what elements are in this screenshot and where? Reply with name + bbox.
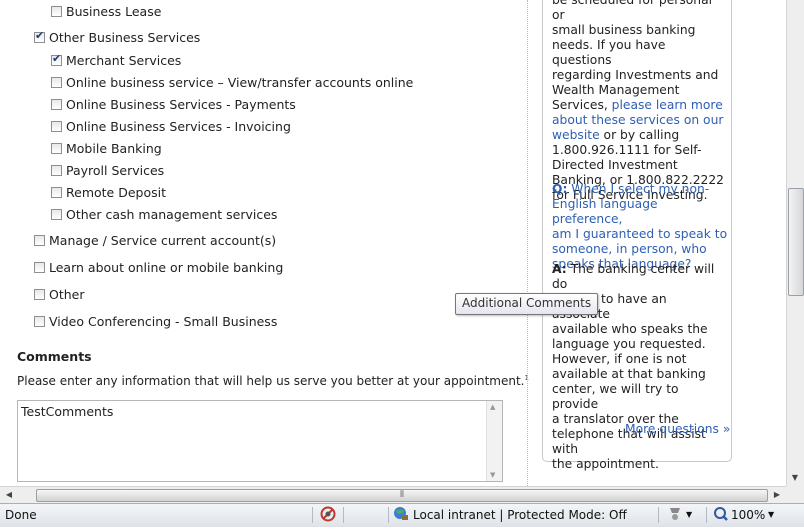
- page-viewport: Business Lease ✔ Other Business Services…: [0, 0, 786, 486]
- status-separator: [388, 507, 389, 523]
- checkbox-manage-service-accounts[interactable]: [34, 235, 45, 246]
- label-other-cash-management: Other cash management services: [66, 207, 278, 222]
- label-payroll-services: Payroll Services: [66, 163, 165, 178]
- faq-line: Wealth Management: [552, 83, 680, 97]
- faq-answer-line: language you requested.: [552, 337, 706, 351]
- scroll-down-arrow-icon[interactable]: ▼: [788, 471, 802, 485]
- faq-line: needs. If you have questions: [552, 38, 666, 67]
- security-zone-text: Local intranet | Protected Mode: Off: [413, 508, 627, 522]
- website-link[interactable]: website: [552, 128, 600, 142]
- checkbox-remote-deposit[interactable]: [51, 187, 62, 198]
- label-learn-online-mobile: Learn about online or mobile banking: [49, 260, 284, 275]
- protected-mode-icon[interactable]: [666, 505, 684, 527]
- label-manage-service-accounts: Manage / Service current account(s): [49, 233, 277, 248]
- learn-more-link[interactable]: about these services on our: [552, 113, 723, 127]
- label-business-lease: Business Lease: [66, 4, 162, 19]
- faq-services-prefix: Services,: [552, 98, 612, 112]
- status-separator: [658, 507, 659, 523]
- faq-question[interactable]: Q: When I select my non- English languag…: [552, 182, 728, 272]
- scrollbar-corner: [786, 486, 804, 503]
- label-merchant-services: Merchant Services: [66, 53, 182, 68]
- checkbox-learn-online-mobile[interactable]: [34, 262, 45, 273]
- column-divider: [527, 0, 528, 486]
- scroll-down-arrow-icon[interactable]: ▼: [490, 471, 495, 479]
- faq-after-link: or by calling: [599, 128, 680, 142]
- faq-answer-line: center, we will try to provide: [552, 382, 679, 411]
- comments-heading: Comments: [17, 349, 92, 364]
- label-other-business-services: Other Business Services: [49, 30, 201, 45]
- comments-textarea-value: TestComments: [21, 404, 114, 419]
- check-icon: ✔: [35, 29, 45, 42]
- checkbox-video-conferencing[interactable]: [34, 316, 45, 327]
- browser-status-bar: Done Local intranet | Protected Mode: Of…: [0, 503, 804, 527]
- status-separator: [706, 507, 707, 523]
- faq-answer-line: available who speaks the: [552, 322, 708, 336]
- checkbox-payroll-services[interactable]: [51, 165, 62, 176]
- faq-question-line: someone, in person, who: [552, 242, 707, 256]
- checkbox-mobile-banking[interactable]: [51, 143, 62, 154]
- status-separator: [312, 507, 313, 523]
- tooltip-additional-comments: Additional Comments: [455, 293, 599, 315]
- label-online-view-transfer: Online business service – View/transfer …: [66, 75, 414, 90]
- comments-hint-text: Please enter any information that will h…: [17, 374, 525, 388]
- zoom-level[interactable]: 100%: [731, 504, 765, 526]
- faq-answer-line: available at that banking: [552, 367, 706, 381]
- status-separator: [343, 507, 344, 523]
- faq-answer-text: The banking center will do: [552, 262, 715, 291]
- label-mobile-banking: Mobile Banking: [66, 141, 162, 156]
- zoom-dropdown-arrow-icon[interactable]: ▼: [768, 504, 774, 526]
- local-intranet-icon[interactable]: [393, 505, 409, 527]
- faq-answer-line: However, if one is not: [552, 352, 687, 366]
- learn-more-link[interactable]: please learn more: [612, 98, 723, 112]
- faq-question-text: When I select my non-: [567, 182, 710, 196]
- checkbox-online-view-transfer[interactable]: [51, 77, 62, 88]
- checkbox-business-lease[interactable]: [51, 6, 62, 17]
- scroll-left-arrow-icon[interactable]: ◀: [2, 488, 16, 502]
- faq-question-line: English language preference,: [552, 197, 658, 226]
- scroll-right-arrow-icon[interactable]: ▶: [770, 488, 784, 502]
- dropdown-arrow-icon[interactable]: ▼: [686, 504, 692, 526]
- label-online-payments: Online Business Services - Payments: [66, 97, 296, 112]
- horizontal-scrollbar-thumb[interactable]: ⦀: [36, 489, 768, 502]
- faq-intro-text: be scheduled for personal or small busin…: [552, 0, 728, 203]
- scroll-up-arrow-icon[interactable]: ▲: [490, 403, 495, 411]
- checkbox-merchant-services[interactable]: ✔: [51, 52, 62, 66]
- faq-line: 1.800.926.1111 for Self-: [552, 143, 702, 157]
- faq-question-prefix: Q:: [552, 182, 568, 196]
- label-video-conferencing: Video Conferencing - Small Business: [49, 314, 278, 329]
- faq-line: Services, please learn more: [552, 98, 728, 113]
- zoom-icon[interactable]: [713, 505, 729, 527]
- faq-line: small business banking: [552, 23, 696, 37]
- comments-hint: Please enter any information that will h…: [17, 374, 529, 388]
- faq-line: Directed Investment: [552, 158, 678, 172]
- checkbox-other[interactable]: [34, 289, 45, 300]
- comments-textarea[interactable]: TestComments ▲ ▼: [17, 400, 503, 482]
- more-questions-link[interactable]: More questions »: [625, 422, 730, 436]
- page-vertical-scrollbar[interactable]: ▼: [786, 0, 804, 486]
- faq-answer-line: A: The banking center will do: [552, 262, 728, 292]
- faq-question-line: am I guaranteed to speak to: [552, 227, 728, 241]
- checkbox-online-invoicing[interactable]: [51, 121, 62, 132]
- privacy-icon[interactable]: [319, 505, 337, 527]
- checkbox-online-payments[interactable]: [51, 99, 62, 110]
- faq-line: be scheduled for personal or: [552, 0, 713, 22]
- comments-textarea-scrollbar[interactable]: ▲ ▼: [486, 401, 502, 481]
- faq-answer-prefix: A:: [552, 262, 567, 276]
- status-text: Done: [5, 508, 37, 522]
- vertical-scrollbar-thumb[interactable]: [788, 188, 804, 296]
- faq-answer-line: the appointment.: [552, 457, 659, 471]
- label-online-invoicing: Online Business Services - Invoicing: [66, 119, 291, 134]
- faq-line: website or by calling: [552, 128, 728, 143]
- checkbox-other-business-services[interactable]: ✔: [34, 29, 45, 43]
- faq-line: about these services on our: [552, 113, 728, 128]
- faq-line: regarding Investments and: [552, 68, 719, 82]
- label-other: Other: [49, 287, 85, 302]
- check-icon: ✔: [52, 52, 62, 65]
- checkbox-other-cash-management[interactable]: [51, 209, 62, 220]
- faq-question-line: Q: When I select my non-: [552, 182, 728, 197]
- page-horizontal-scrollbar[interactable]: ◀ ⦀ ▶: [0, 486, 786, 503]
- label-remote-deposit: Remote Deposit: [66, 185, 166, 200]
